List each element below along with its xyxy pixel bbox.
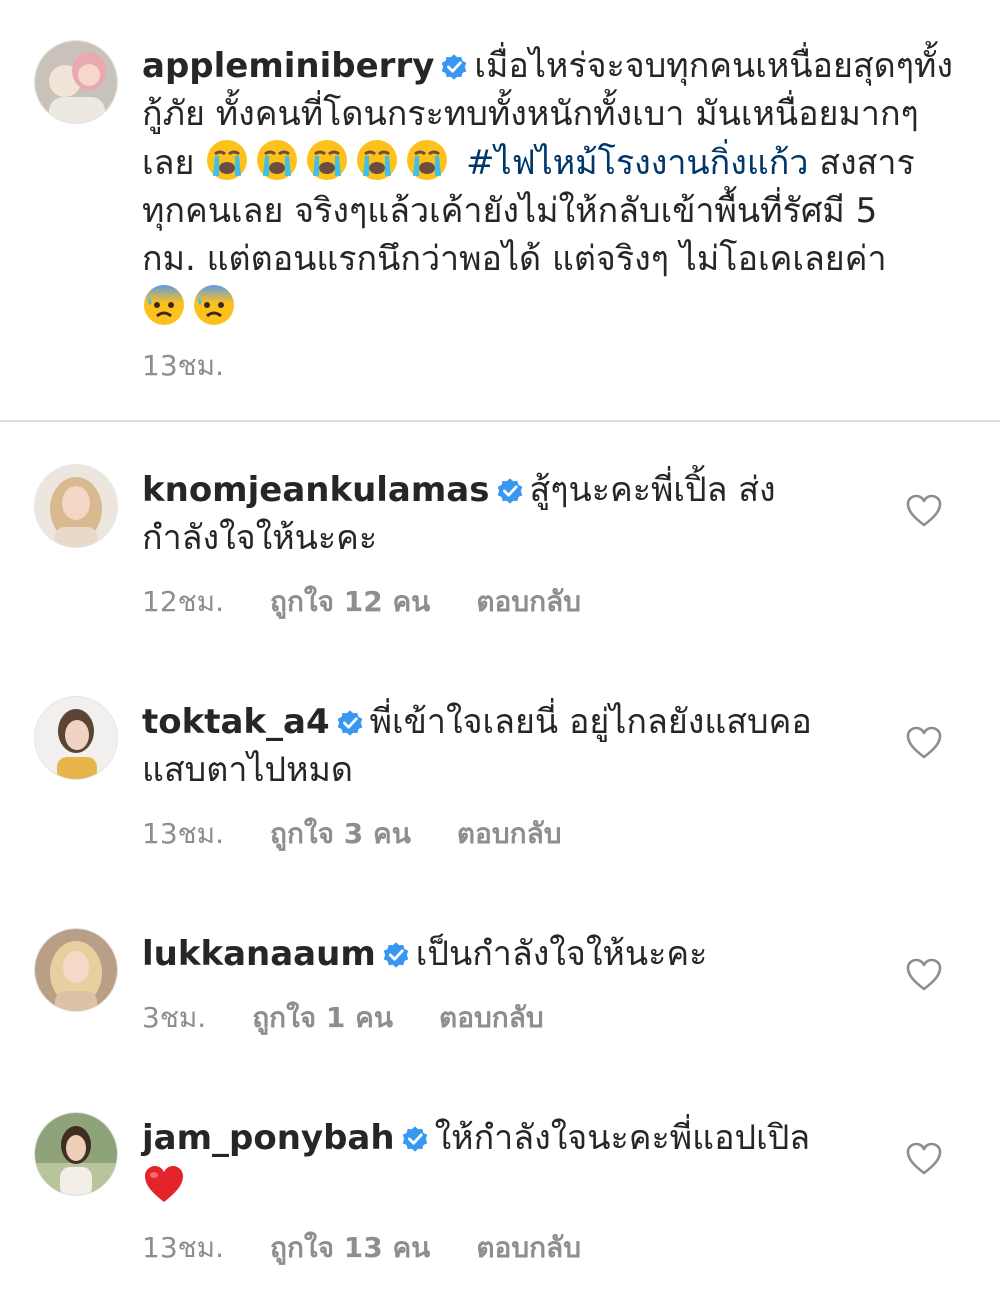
loudly-crying-emoji-icon <box>355 138 399 182</box>
verified-badge-icon <box>401 1125 429 1153</box>
reply-button[interactable]: ตอบกลับ <box>476 580 581 624</box>
avatar[interactable] <box>34 40 118 124</box>
verified-badge-icon <box>496 477 524 505</box>
comment-username[interactable]: jam_ponybah <box>142 1118 395 1158</box>
caption-line-1: เมื่อไหร่จะจบทุกคนเหนื่อยสุดๆทั้ง <box>474 46 953 86</box>
post-caption: appleminiberry เมื่อไหร่จะจบทุกคนเหนื่อยส… <box>142 42 957 332</box>
like-heart-icon[interactable] <box>906 958 942 992</box>
post-meta: 13ชม. <box>142 344 224 388</box>
loudly-crying-emoji-icon <box>405 138 449 182</box>
avatar-image <box>35 41 117 123</box>
anxious-sweat-emoji-icon <box>142 283 186 327</box>
comment-username[interactable]: lukkanaaum <box>142 934 376 974</box>
comment-text-line-2: แสบตาไปหมด <box>142 750 354 790</box>
comment-time: 12ชม. <box>142 585 224 618</box>
verified-badge-icon <box>440 53 468 81</box>
comment-meta: 12ชม. ถูกใจ 12 คน ตอบกลับ <box>142 580 581 624</box>
avatar-image <box>35 465 117 547</box>
comment-likes[interactable]: ถูกใจ 13 คน <box>270 1226 430 1270</box>
avatar[interactable] <box>34 464 118 548</box>
caption-line-3-end: สงสาร <box>819 143 915 183</box>
comment-body: lukkanaaum เป็นกำลังใจให้นะคะ <box>142 930 957 978</box>
caption-line-4: ทุกคนเลย จริงๆแล้วเค้ายังไม่ให้กลับเข้าพ… <box>142 191 878 231</box>
avatar[interactable] <box>34 928 118 1012</box>
like-heart-icon[interactable] <box>906 1142 942 1176</box>
comment-body: jam_ponybah ให้กำลังใจนะคะพี่แอปเปิล <box>142 1114 957 1211</box>
comment-meta: 3ชม. ถูกใจ 1 คน ตอบกลับ <box>142 996 544 1040</box>
caption-line-5: กม. แต่ตอนแรกนึกว่าพอได้ แต่จริงๆ ไม่โอเ… <box>142 239 887 279</box>
comment-body: knomjeankulamas สู้ๆนะคะพี่เปิ้ล ส่ง กำลั… <box>142 466 957 562</box>
comment-time: 3ชม. <box>142 1001 207 1034</box>
comment-text: เป็นกำลังใจให้นะคะ <box>415 934 708 974</box>
loudly-crying-emoji-icon <box>205 138 249 182</box>
avatar-image <box>35 697 117 779</box>
comment-likes[interactable]: ถูกใจ 1 คน <box>252 996 393 1040</box>
avatar[interactable] <box>34 1112 118 1196</box>
caption-line-3: เลย <box>142 143 195 183</box>
avatar-image <box>35 1113 117 1195</box>
comment-username[interactable]: knomjeankulamas <box>142 470 490 510</box>
verified-badge-icon <box>336 709 364 737</box>
post-caption-block: appleminiberry เมื่อไหร่จะจบทุกคนเหนื่อยส… <box>0 0 1000 422</box>
comment-meta: 13ชม. ถูกใจ 13 คน ตอบกลับ <box>142 1226 581 1270</box>
comment-time: 13ชม. <box>142 1231 224 1264</box>
comment-meta: 13ชม. ถูกใจ 3 คน ตอบกลับ <box>142 812 562 856</box>
like-heart-icon[interactable] <box>906 494 942 528</box>
comment-text: ให้กำลังใจนะคะพี่แอปเปิล <box>434 1118 811 1158</box>
anxious-emoji-group <box>142 283 957 332</box>
reply-button[interactable]: ตอบกลับ <box>457 812 562 856</box>
reply-button[interactable]: ตอบกลับ <box>439 996 544 1040</box>
avatar[interactable] <box>34 696 118 780</box>
reply-button[interactable]: ตอบกลับ <box>476 1226 581 1270</box>
comment-body: toktak_a4 พี่เข้าใจเลยนี่ อยู่ไกลยังแสบคอ… <box>142 698 957 794</box>
loudly-crying-emoji-icon <box>255 138 299 182</box>
anxious-sweat-emoji-icon <box>192 283 236 327</box>
loudly-crying-emoji-icon <box>305 138 349 182</box>
post-time: 13ชม. <box>142 349 224 382</box>
comment-text: พี่เข้าใจเลยนี่ อยู่ไกลยังแสบคอ <box>369 702 812 742</box>
avatar-image <box>35 929 117 1011</box>
like-heart-icon[interactable] <box>906 726 942 760</box>
comment-likes[interactable]: ถูกใจ 12 คน <box>270 580 430 624</box>
comment-likes[interactable]: ถูกใจ 3 คน <box>270 812 411 856</box>
comment-username[interactable]: toktak_a4 <box>142 702 330 742</box>
red-heart-emoji-icon <box>142 1162 186 1206</box>
comment-text: สู้ๆนะคะพี่เปิ้ล ส่ง <box>529 470 776 510</box>
post-username[interactable]: appleminiberry <box>142 46 434 86</box>
verified-badge-icon <box>382 941 410 969</box>
comment-text-line-2: กำลังใจให้นะคะ <box>142 518 378 558</box>
crying-emoji-group <box>205 140 466 183</box>
hashtag-link[interactable]: #ไฟไหม้โรงงานกิ่งแก้ว <box>466 143 808 183</box>
caption-line-2: กู้ภัย ทั้งคนที่โดนกระทบทั้งหนักทั้งเบา … <box>142 94 919 134</box>
comment-time: 13ชม. <box>142 817 224 850</box>
